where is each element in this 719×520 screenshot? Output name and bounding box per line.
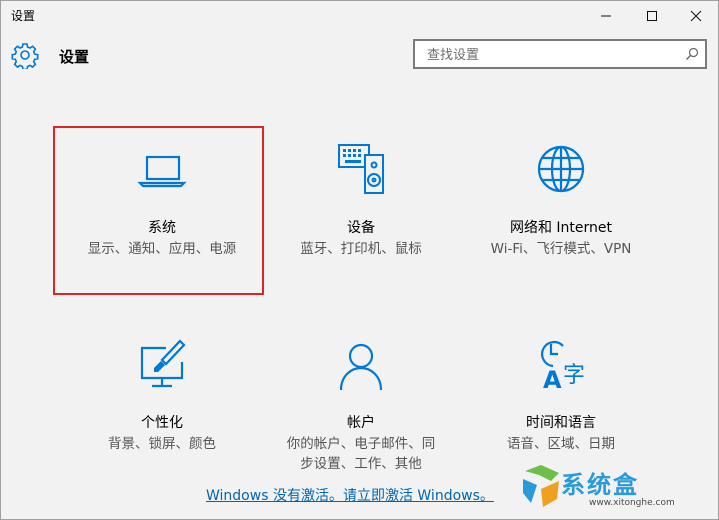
tile-devices-desc: 蓝牙、打印机、鼠标 — [300, 241, 422, 257]
time-language-icon: A 字 — [541, 340, 585, 392]
tile-network-name: 网络和 Internet — [509, 220, 613, 236]
tile-time-language-desc: 语音、区域、日期 — [507, 436, 615, 452]
watermark-text: 系统盒 — [561, 471, 639, 499]
close-button[interactable] — [673, 1, 719, 31]
maximize-icon — [647, 11, 657, 21]
window-title: 设置 — [11, 9, 36, 23]
search-box[interactable] — [413, 39, 707, 69]
minimize-icon — [601, 15, 611, 17]
gear-icon — [11, 43, 39, 69]
watermark-logo-icon — [523, 465, 559, 507]
selection-highlight — [53, 126, 264, 295]
tile-personalization-name: 个性化 — [141, 415, 183, 431]
devices-icon — [338, 144, 384, 194]
page-title: 设置 — [59, 48, 90, 66]
watermark-url: www.xitonghe.com — [589, 498, 675, 508]
maximize-button[interactable] — [629, 1, 675, 31]
settings-window: 设置 设置 系统 显示、通知、应用、电源 — [0, 0, 719, 520]
tile-accounts-name: 帐户 — [347, 415, 375, 431]
tile-personalization-desc: 背景、锁屏、颜色 — [108, 436, 216, 452]
watermark: 系统盒 www.xitonghe.com — [521, 463, 716, 513]
personalization-icon — [140, 339, 186, 388]
tile-devices-name: 设备 — [347, 220, 375, 236]
svg-text:A: A — [543, 366, 562, 392]
close-icon — [690, 10, 702, 22]
search-icon[interactable] — [685, 47, 699, 61]
tile-accounts-desc: 你的帐户、电子邮件、同步设置、工作、其他 — [286, 436, 436, 472]
title-bar: 设置 — [1, 1, 718, 31]
search-input[interactable] — [425, 45, 679, 65]
activation-link[interactable]: Windows 没有激活。请立即激活 Windows。 — [206, 485, 494, 505]
tile-time-language-name: 时间和语言 — [526, 415, 596, 431]
minimize-button[interactable] — [583, 1, 629, 31]
tile-network-desc: Wi-Fi、飞行模式、VPN — [490, 241, 632, 257]
svg-text:字: 字 — [563, 363, 585, 388]
account-icon — [339, 343, 383, 391]
globe-icon — [537, 145, 585, 193]
